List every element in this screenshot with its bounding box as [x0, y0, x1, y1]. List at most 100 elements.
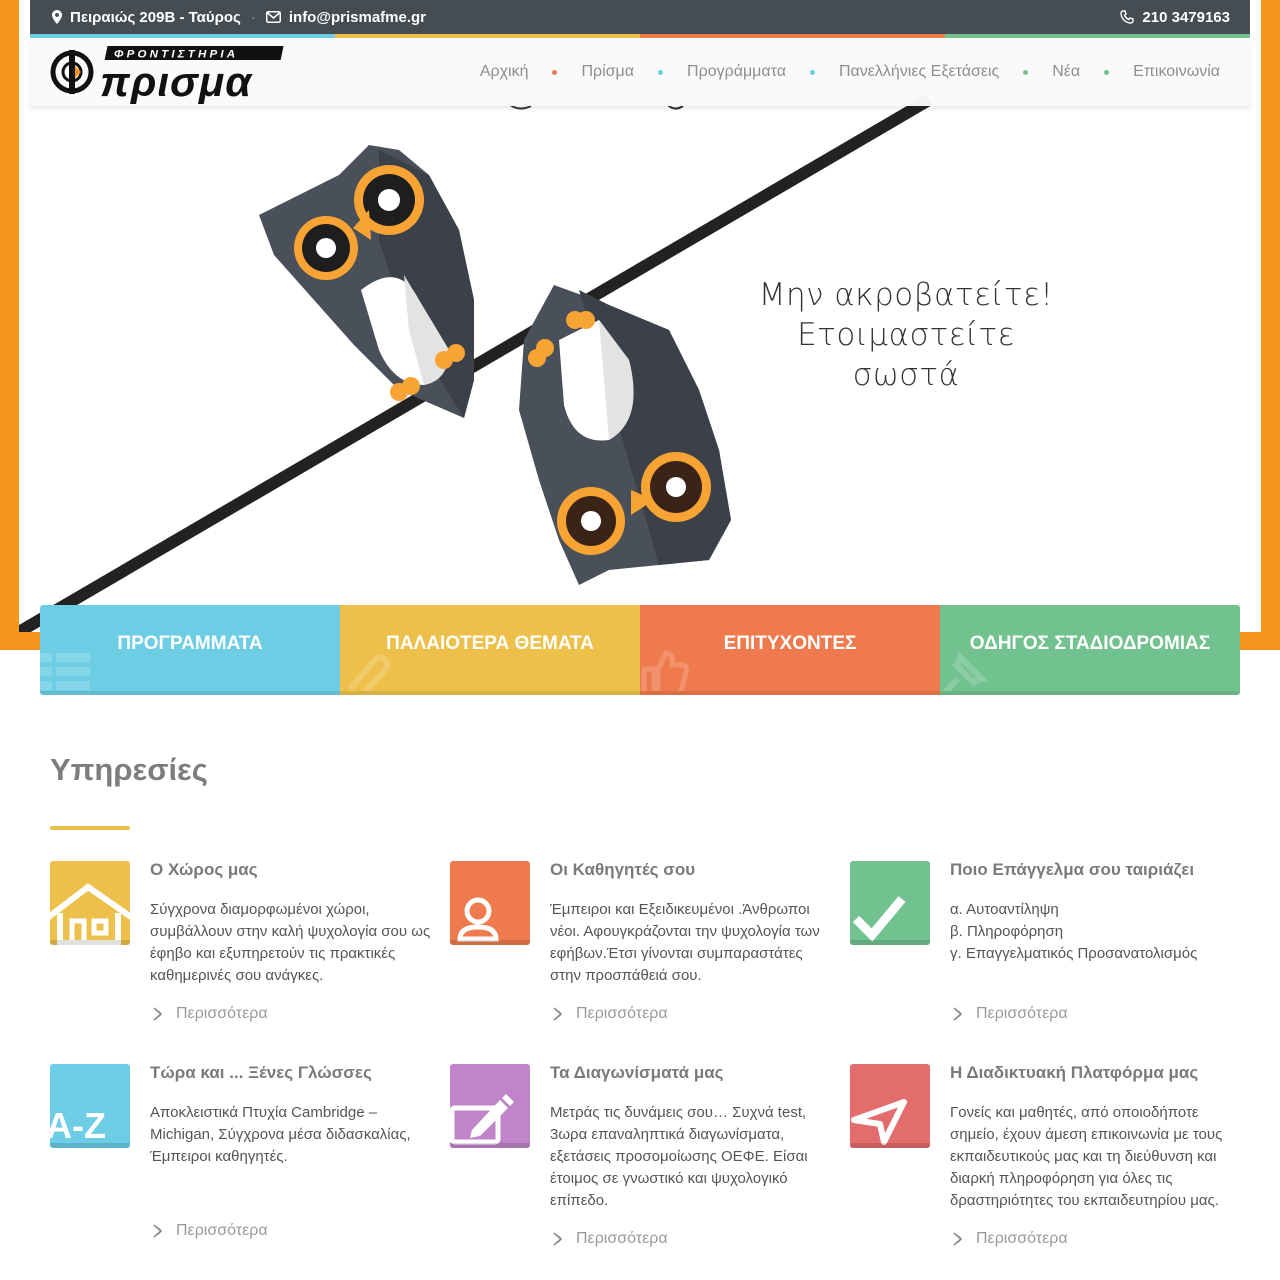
chevron-right-icon	[953, 1007, 963, 1021]
icon-shade	[50, 940, 130, 945]
hero-line-1: Μην ακροβατείτε!	[758, 277, 1054, 313]
thumbs-up-icon	[641, 650, 690, 691]
service-card: A-Z Τώρα και ... Ξένες Γλώσσες Αποκλειστ…	[50, 1064, 430, 1254]
service-line: γ. Επαγγελματικός Προσανατολισμός	[950, 945, 1198, 962]
a-z-glyph: A-Z	[50, 1105, 106, 1146]
more-label: Περισσότερα	[976, 1230, 1068, 1247]
icon-shade	[850, 940, 930, 945]
service-text: α. Αυτοαντίληψη β. Πληροφόρηση γ. Επαγγε…	[950, 899, 1235, 965]
address-text: Πειραιώς 209Β - Ταύρος	[70, 8, 241, 26]
service-text: Αποκλειστικά Πτυχία Cambridge – Michigan…	[150, 1104, 411, 1165]
service-card: Οι Καθηγητές σου Έμπειροι και Εξειδικευμ…	[450, 861, 830, 1031]
service-title: Ποιο Επάγγελμα σου ταιριάζει	[950, 860, 1195, 879]
service-icon-box	[850, 861, 930, 945]
pin-icon	[941, 650, 989, 691]
more-link[interactable]: Περισσότερα	[552, 1230, 668, 1248]
user-icon	[457, 897, 499, 942]
service-icon-box	[50, 861, 130, 945]
more-label: Περισσότερα	[176, 1005, 268, 1022]
more-link[interactable]: Περισσότερα	[552, 1005, 668, 1023]
chevron-right-icon	[153, 1224, 163, 1238]
service-card: Ο Χώρος μας Σύγχρονα διαμορφωμένοι χώροι…	[50, 861, 430, 1031]
paperclip-icon	[347, 654, 390, 691]
nav-item-home[interactable]: Αρχική	[480, 63, 529, 81]
owl-lower	[519, 285, 731, 585]
tile-label: ΠΡΟΓΡΑΜΜΑΤΑ	[117, 633, 263, 654]
service-title: Ο Χώρος μας	[150, 860, 258, 879]
edit-icon	[450, 1094, 514, 1145]
more-link[interactable]: Περισσότερα	[152, 1005, 268, 1023]
icon-shade	[50, 1143, 130, 1148]
service-card: Ποιο Επάγγελμα σου ταιριάζει α. Αυτοαντί…	[850, 861, 1230, 1031]
more-link[interactable]: Περισσότερα	[952, 1005, 1068, 1023]
more-label: Περισσότερα	[976, 1005, 1068, 1022]
nav-item-contact[interactable]: Επικοινωνία	[1133, 63, 1220, 81]
service-card: Η Διαδικτυακή Πλατφόρμα μας Γονείς και μ…	[850, 1064, 1230, 1254]
phone-icon	[1120, 10, 1135, 24]
more-link[interactable]: Περισσότερα	[152, 1222, 268, 1240]
nav-separator	[1023, 69, 1029, 75]
home-icon	[50, 883, 130, 945]
icon-shade	[450, 1143, 530, 1148]
service-card: Τα Διαγωνίσματά μας Μετράς τις δυνάμεις …	[450, 1064, 830, 1254]
address-item: Πειραιώς 209Β - Ταύρος	[52, 9, 241, 26]
icon-shade	[850, 1143, 930, 1148]
service-icon-box: A-Z	[50, 1064, 130, 1148]
hero-line-2: Ετοιμαστείτε σωστά	[797, 317, 1015, 393]
tile-past-exams[interactable]: ΠΑΛΑΙΟΤΕΡΑ ΘΕΜΑΤΑ	[340, 605, 640, 695]
service-title: Οι Καθηγητές σου	[550, 860, 696, 879]
phone-text: 210 3479163	[1142, 8, 1230, 26]
nav-item-news[interactable]: Νέα	[1052, 63, 1080, 81]
tile-career-guide[interactable]: ΟΔΗΓΟΣ ΣΤΑΔΙΟΔΡΟΜΙΑΣ	[940, 605, 1240, 695]
nav-separator	[1104, 69, 1110, 75]
tile-successful[interactable]: ΕΠΙΤΥΧΟΝΤΕΣ	[640, 605, 940, 695]
nav-item-programs[interactable]: Προγράμματα	[687, 63, 786, 81]
prisma-logo-icon: ΦΡΟΝΤΙΣΤΗΡΙΑ πρισμα	[50, 46, 284, 105]
more-label: Περισσότερα	[576, 1005, 668, 1022]
services-heading: Υπηρεσίες	[50, 752, 208, 787]
nav-item-panhellenic[interactable]: Πανελλήνιες Εξετάσεις	[839, 63, 999, 81]
main-navbar: ΦΡΟΝΤΙΣΤΗΡΙΑ πρισμα Αρχική Πρίσμα Προγρά…	[30, 38, 1250, 106]
nav-separator	[809, 69, 815, 75]
chevron-right-icon	[153, 1007, 163, 1021]
nav-separator	[552, 69, 558, 75]
service-icon-box	[450, 861, 530, 945]
service-line: β. Πληροφόρηση	[950, 923, 1064, 940]
nav-separator	[658, 69, 664, 75]
service-text: Μετράς τις δυνάμεις σου… Συχνά test, 3ωρ…	[550, 1104, 808, 1209]
chevron-right-icon	[553, 1007, 563, 1021]
top-info-bar: Πειραιώς 209Β - Ταύρος · info@prismafme.…	[30, 0, 1250, 34]
a-z-icon: A-Z	[50, 1105, 106, 1146]
service-title: Η Διαδικτυακή Πλατφόρμα μας	[950, 1063, 1199, 1082]
owl-upper	[259, 145, 474, 418]
check-icon	[852, 896, 906, 942]
service-icon-box	[850, 1064, 930, 1148]
service-title: Τώρα και ... Ξένες Γλώσσες	[150, 1063, 372, 1082]
site-logo[interactable]: ΦΡΟΝΤΙΣΤΗΡΙΑ πρισμα	[50, 44, 290, 105]
map-marker-icon	[52, 10, 62, 24]
list-icon	[40, 653, 90, 690]
email-text: info@prismafme.gr	[288, 8, 427, 26]
nav-item-prisma[interactable]: Πρίσμα	[581, 63, 634, 81]
service-title: Τα Διαγωνίσματά μας	[550, 1063, 724, 1082]
chevron-right-icon	[553, 1232, 563, 1246]
quick-links: ΠΡΟΓΡΑΜΜΑΤΑ ΠΑΛΑΙΟΤΕΡΑ ΘΕΜΑΤΑ ΕΠΙΤΥΧΟΝΤΕ…	[40, 605, 1240, 695]
tile-programs[interactable]: ΠΡΟΓΡΑΜΜΑΤΑ	[40, 605, 340, 695]
service-icon-box	[450, 1064, 530, 1148]
hero-tagline: Μην ακροβατείτε! Ετοιμαστείτε σωστά	[756, 275, 1056, 395]
icon-shade	[450, 940, 530, 945]
send-icon	[851, 1099, 907, 1145]
tile-label: ΟΔΗΓΟΣ ΣΤΑΔΙΟΔΡΟΜΙΑΣ	[969, 633, 1211, 654]
tile-label: ΕΠΙΤΥΧΟΝΤΕΣ	[723, 633, 857, 654]
heading-underline	[50, 826, 130, 830]
chevron-right-icon	[953, 1232, 963, 1246]
service-text: Σύγχρονα διαμορφωμένοι χώροι, συμβάλλουν…	[150, 901, 431, 984]
topbar-separator: ·	[250, 8, 256, 26]
more-link[interactable]: Περισσότερα	[952, 1230, 1068, 1248]
more-label: Περισσότερα	[176, 1222, 268, 1239]
service-text: Γονείς και μαθητές, από οποιοδήποτε σημε…	[950, 1104, 1223, 1209]
email-link[interactable]: info@prismafme.gr	[265, 8, 427, 26]
service-line: α. Αυτοαντίληψη	[950, 901, 1059, 918]
logo-main-text: πρισμα	[100, 58, 253, 104]
phone-link[interactable]: 210 3479163	[1120, 9, 1230, 26]
